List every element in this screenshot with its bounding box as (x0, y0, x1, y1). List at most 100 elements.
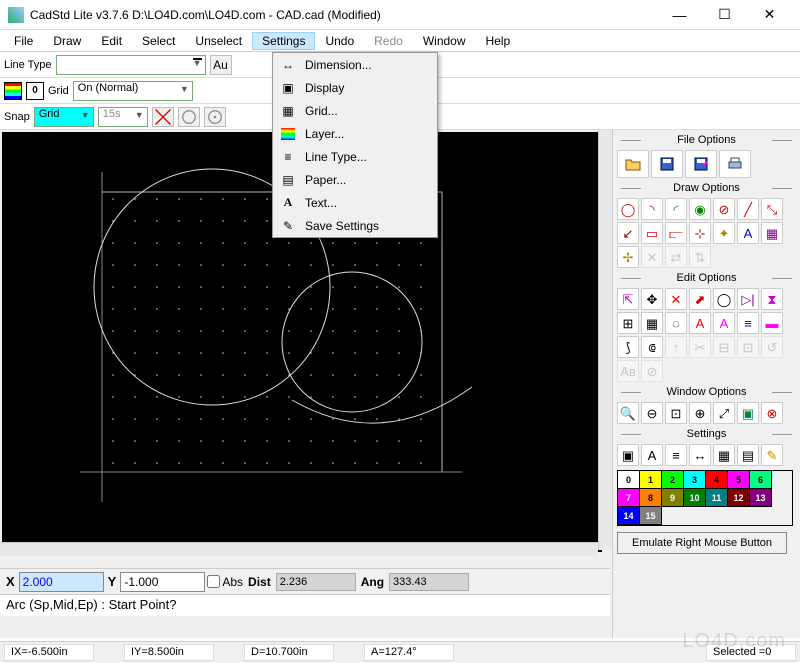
minimize-button[interactable]: — (657, 0, 702, 30)
menu-redo[interactable]: Redo (364, 32, 413, 50)
edit-tool-13-icon[interactable]: ▬ (761, 312, 783, 334)
saveas-icon[interactable] (685, 150, 717, 178)
auto-button[interactable]: Au (210, 55, 232, 75)
draw-tool-3-icon[interactable]: ◉ (689, 198, 711, 220)
color-7[interactable]: 7 (618, 489, 640, 507)
window-tool-5-icon[interactable]: ▣ (737, 402, 759, 424)
draw-tool-10-icon[interactable]: ⊹ (689, 222, 711, 244)
emulate-rmb-button[interactable]: Emulate Right Mouse Button (617, 532, 787, 554)
color-0[interactable]: 0 (618, 471, 640, 489)
settings-menu-paper[interactable]: ▤Paper... (273, 168, 437, 191)
edit-tool-3-icon[interactable]: ⬈ (689, 288, 711, 310)
window-tool-0-icon[interactable]: 🔍 (617, 402, 639, 424)
settings-menu-text[interactable]: AText... (273, 191, 437, 214)
edit-tool-1-icon[interactable]: ✥ (641, 288, 663, 310)
window-tool-3-icon[interactable]: ⊕ (689, 402, 711, 424)
edit-tool-5-icon[interactable]: ▷| (737, 288, 759, 310)
color-3[interactable]: 3 (684, 471, 706, 489)
window-tool-4-icon[interactable]: ⤢ (713, 402, 735, 424)
layer-num-box[interactable]: 0 (26, 82, 44, 100)
color-2[interactable]: 2 (662, 471, 684, 489)
edit-tool-7-icon[interactable]: ⊞ (617, 312, 639, 334)
edit-tool-2-icon[interactable]: ✕ (665, 288, 687, 310)
settings-menu-save[interactable]: ✎Save Settings (273, 214, 437, 237)
menu-help[interactable]: Help (476, 32, 521, 50)
draw-tool-0-icon[interactable]: ◯ (617, 198, 639, 220)
y-input[interactable] (120, 572, 205, 592)
settings-menu-layer[interactable]: Layer... (273, 122, 437, 145)
settings-tool-6-icon[interactable]: ✎ (761, 444, 783, 466)
color-strip-icon[interactable] (4, 82, 22, 100)
menu-undo[interactable]: Undo (315, 32, 364, 50)
menu-select[interactable]: Select (132, 32, 185, 50)
edit-tool-14-icon[interactable]: ⟆ (617, 336, 639, 358)
menu-unselect[interactable]: Unselect (185, 32, 252, 50)
settings-menu-display[interactable]: ▣Display (273, 76, 437, 99)
linetype-combo[interactable] (56, 55, 206, 75)
save-icon[interactable] (651, 150, 683, 178)
edit-tool-6-icon[interactable]: ⧗ (761, 288, 783, 310)
settings-tool-3-icon[interactable]: ↔ (689, 444, 711, 466)
horizontal-scrollbar[interactable] (0, 542, 598, 556)
edit-tool-15-icon[interactable]: ⟃ (641, 336, 663, 358)
settings-tool-5-icon[interactable]: ▤ (737, 444, 759, 466)
draw-tool-12-icon[interactable]: A (737, 222, 759, 244)
menu-draw[interactable]: Draw (43, 32, 91, 50)
color-11[interactable]: 11 (706, 489, 728, 507)
draw-tool-6-icon[interactable]: ⤡ (761, 198, 783, 220)
settings-menu-linetype[interactable]: ≡Line Type... (273, 145, 437, 168)
color-4[interactable]: 4 (706, 471, 728, 489)
open-icon[interactable] (617, 150, 649, 178)
color-15[interactable]: 15 (640, 507, 662, 525)
abs-checkbox[interactable] (207, 575, 220, 588)
settings-menu-dimension[interactable]: ↔Dimension... (273, 53, 437, 76)
settings-tool-4-icon[interactable]: ▦ (713, 444, 735, 466)
color-9[interactable]: 9 (662, 489, 684, 507)
window-tool-6-icon[interactable]: ⊗ (761, 402, 783, 424)
close-button[interactable]: ✕ (747, 0, 792, 30)
draw-tool-5-icon[interactable]: ╱ (737, 198, 759, 220)
draw-tool-7-icon[interactable]: ↙ (617, 222, 639, 244)
color-8[interactable]: 8 (640, 489, 662, 507)
settings-menu-grid[interactable]: ▦Grid... (273, 99, 437, 122)
edit-tool-11-icon[interactable]: A (713, 312, 735, 334)
menu-edit[interactable]: Edit (91, 32, 132, 50)
edit-tool-0-icon[interactable]: ⇱ (617, 288, 639, 310)
color-14[interactable]: 14 (618, 507, 640, 525)
maximize-button[interactable]: ☐ (702, 0, 747, 30)
print-icon[interactable] (719, 150, 751, 178)
menu-settings[interactable]: Settings (252, 32, 315, 50)
color-5[interactable]: 5 (728, 471, 750, 489)
draw-tool-2-icon[interactable]: ◜ (665, 198, 687, 220)
menu-file[interactable]: File (4, 32, 43, 50)
snap-tool-1-icon[interactable] (152, 107, 174, 127)
draw-tool-8-icon[interactable]: ▭ (641, 222, 663, 244)
menu-window[interactable]: Window (413, 32, 476, 50)
window-tool-2-icon[interactable]: ⊡ (665, 402, 687, 424)
snap-tool-3-icon[interactable] (204, 107, 226, 127)
edit-tool-9-icon[interactable]: ◌ (665, 312, 687, 334)
settings-tool-1-icon[interactable]: A (641, 444, 663, 466)
draw-tool-13-icon[interactable]: ▦ (761, 222, 783, 244)
edit-tool-8-icon[interactable]: ▦ (641, 312, 663, 334)
color-6[interactable]: 6 (750, 471, 772, 489)
draw-tool-14-icon[interactable]: ✢ (617, 246, 639, 268)
draw-tool-4-icon[interactable]: ⊘ (713, 198, 735, 220)
draw-tool-1-icon[interactable]: ◝ (641, 198, 663, 220)
edit-tool-12-icon[interactable]: ≡ (737, 312, 759, 334)
grid-mode-combo[interactable]: On (Normal) (73, 81, 193, 101)
edit-tool-4-icon[interactable]: ◯ (713, 288, 735, 310)
draw-tool-11-icon[interactable]: ✦ (713, 222, 735, 244)
color-13[interactable]: 13 (750, 489, 772, 507)
snap-val-combo[interactable]: 15s (98, 107, 148, 127)
color-12[interactable]: 12 (728, 489, 750, 507)
x-input[interactable] (19, 572, 104, 592)
color-1[interactable]: 1 (640, 471, 662, 489)
draw-tool-9-icon[interactable]: ⫍ (665, 222, 687, 244)
snap-mode-combo[interactable]: Grid (34, 107, 94, 127)
color-10[interactable]: 10 (684, 489, 706, 507)
window-tool-1-icon[interactable]: ⊖ (641, 402, 663, 424)
settings-tool-0-icon[interactable]: ▣ (617, 444, 639, 466)
vertical-scrollbar[interactable] (598, 130, 612, 550)
snap-tool-2-icon[interactable] (178, 107, 200, 127)
